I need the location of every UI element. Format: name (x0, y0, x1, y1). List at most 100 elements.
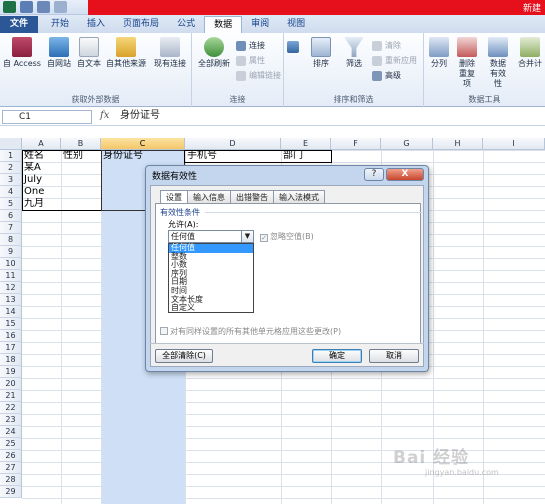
row-header[interactable]: 6 (0, 210, 22, 222)
allow-select[interactable]: 任何值 ▼ (168, 230, 254, 243)
checkbox-icon (160, 327, 168, 335)
close-button[interactable]: X (386, 168, 424, 181)
cell-a4[interactable]: One (22, 186, 61, 198)
row-header[interactable]: 8 (0, 234, 22, 246)
from-web-button[interactable]: 自网站 (44, 37, 74, 69)
row-header[interactable]: 24 (0, 426, 22, 438)
column-header-e[interactable]: E (281, 138, 331, 150)
select-all-corner[interactable] (0, 138, 22, 150)
row-header[interactable]: 18 (0, 354, 22, 366)
clear-all-button[interactable]: 全部清除(C) (155, 349, 213, 363)
cancel-button[interactable]: 取消 (369, 349, 419, 363)
consolidate-button[interactable]: 合并计 (516, 37, 544, 69)
advanced-filter-button[interactable]: 高级 (372, 70, 401, 81)
redo-icon[interactable] (54, 1, 67, 13)
connections-button[interactable]: 连接 (236, 40, 265, 51)
column-header-f[interactable]: F (331, 138, 381, 150)
column-header-a[interactable]: A (22, 138, 61, 150)
cell-d1[interactable]: 手机号 (185, 150, 281, 162)
cell-a2[interactable]: 某A (22, 162, 61, 174)
tab-home[interactable]: 开始 (42, 16, 78, 33)
row-header[interactable]: 27 (0, 462, 22, 474)
tab-review[interactable]: 审阅 (242, 16, 278, 33)
column-header-h[interactable]: H (433, 138, 483, 150)
row-header[interactable]: 29 (0, 486, 22, 498)
criteria-label: 有效性条件 (160, 208, 200, 217)
clear-filter-button[interactable]: 清除 (372, 40, 401, 51)
filter-button[interactable]: 筛选 (339, 37, 369, 69)
tab-page-layout[interactable]: 页面布局 (114, 16, 168, 33)
column-header-c[interactable]: C (101, 138, 185, 150)
row-header[interactable]: 12 (0, 282, 22, 294)
existing-connections-button[interactable]: 现有连接 (150, 37, 190, 69)
tab-error-alert[interactable]: 出错警告 (231, 190, 274, 204)
formula-input[interactable]: 身份证号 (116, 110, 543, 124)
row-header[interactable]: 17 (0, 342, 22, 354)
sort-button[interactable]: 排序 (306, 37, 336, 69)
tab-input-message[interactable]: 输入信息 (188, 190, 231, 204)
save-icon[interactable] (20, 1, 33, 13)
ignore-blank-checkbox[interactable]: ✓ 忽略空值(B) (260, 231, 314, 242)
row-header[interactable]: 4 (0, 186, 22, 198)
row-header[interactable]: 13 (0, 294, 22, 306)
row-header[interactable]: 16 (0, 330, 22, 342)
option-custom[interactable]: 自定义 (169, 304, 253, 313)
properties-button[interactable]: 属性 (236, 55, 265, 66)
row-header[interactable]: 20 (0, 378, 22, 390)
tab-view[interactable]: 视图 (278, 16, 314, 33)
row-header[interactable]: 11 (0, 270, 22, 282)
edit-links-button[interactable]: 编辑链接 (236, 70, 281, 81)
row-header[interactable]: 23 (0, 414, 22, 426)
apply-all-checkbox[interactable]: 对有同样设置的所有其他单元格应用这些更改(P) (160, 326, 341, 337)
cell-a5[interactable]: 九月 (22, 198, 61, 210)
row-header[interactable]: 9 (0, 246, 22, 258)
row-header[interactable]: 1 (0, 150, 22, 162)
row-header[interactable]: 19 (0, 366, 22, 378)
undo-icon[interactable] (37, 1, 50, 13)
row-header[interactable]: 10 (0, 258, 22, 270)
help-button[interactable]: ? (364, 168, 384, 181)
text-to-columns-button[interactable]: 分列 (426, 37, 452, 69)
row-header[interactable]: 21 (0, 390, 22, 402)
group-connections: 全部刷新 连接 属性 编辑链接 连接 (192, 33, 284, 107)
refresh-all-button[interactable]: 全部刷新 (194, 37, 234, 69)
remove-duplicates-button[interactable]: 删除重复项 (454, 37, 480, 89)
fx-icon[interactable]: fx (100, 110, 109, 121)
tab-data[interactable]: 数据 (204, 16, 243, 33)
row-header[interactable]: 3 (0, 174, 22, 186)
tab-settings[interactable]: 设置 (160, 190, 188, 204)
from-text-button[interactable]: 自文本 (74, 37, 104, 69)
reapply-button[interactable]: 重新应用 (372, 55, 417, 66)
ok-button[interactable]: 确定 (312, 349, 362, 363)
column-header-g[interactable]: G (381, 138, 433, 150)
row-header[interactable]: 25 (0, 438, 22, 450)
tab-formulas[interactable]: 公式 (168, 16, 204, 33)
row-header[interactable]: 5 (0, 198, 22, 210)
sort-az-button[interactable] (286, 41, 300, 55)
row-header[interactable]: 15 (0, 318, 22, 330)
group-label-data-tools: 数据工具 (468, 95, 501, 104)
column-header-b[interactable]: B (61, 138, 101, 150)
column-header-i[interactable]: I (483, 138, 545, 150)
row-header[interactable]: 22 (0, 402, 22, 414)
tab-file[interactable]: 文件 (0, 16, 39, 33)
row-header[interactable]: 7 (0, 222, 22, 234)
name-box[interactable]: C1 (2, 110, 92, 124)
tab-insert[interactable]: 插入 (78, 16, 114, 33)
row-header[interactable]: 2 (0, 162, 22, 174)
cell-b1[interactable]: 性别 (61, 150, 101, 162)
column-header-d[interactable]: D (185, 138, 281, 150)
cell-a3[interactable]: July (22, 174, 61, 186)
from-other-sources-button[interactable]: 自其他来源 (104, 37, 148, 69)
cell-a1[interactable]: 姓名 (22, 150, 61, 162)
from-access-button[interactable]: 自 Access (2, 37, 42, 69)
tab-ime-mode[interactable]: 输入法模式 (274, 190, 325, 204)
data-validation-button[interactable]: 数据有效性 (484, 37, 512, 89)
row-header[interactable]: 28 (0, 474, 22, 486)
chevron-down-icon[interactable]: ▼ (241, 231, 253, 242)
properties-icon (236, 55, 246, 66)
cell-c1[interactable]: 身份证号 (101, 150, 185, 162)
row-header[interactable]: 26 (0, 450, 22, 462)
row-header[interactable]: 14 (0, 306, 22, 318)
cell-e1[interactable]: 部门 (281, 150, 331, 162)
